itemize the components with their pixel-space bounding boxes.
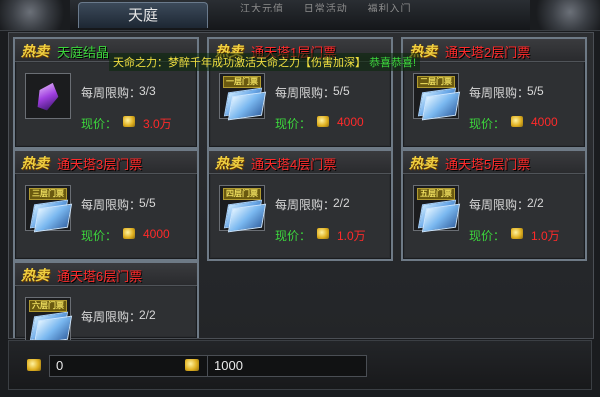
item-name: 通天塔5层门票 xyxy=(445,157,531,172)
weekly-limit-value: 3/3 xyxy=(139,84,156,98)
price-value: 4000 xyxy=(143,227,170,241)
item-name: 通天塔4层门票 xyxy=(251,157,337,172)
item-icon-slot[interactable]: 六层门票 xyxy=(25,297,73,345)
item-icon-slot[interactable]: 四层门票 xyxy=(219,185,267,233)
weekly-limit-value: 2/2 xyxy=(139,308,156,322)
gold-ingot-icon xyxy=(123,116,135,127)
hot-sale-badge: 热卖 xyxy=(215,155,243,171)
price-value: 4000 xyxy=(531,115,558,129)
item-icon-slot[interactable]: 五层门票 xyxy=(413,185,461,233)
hot-sale-badge: 热卖 xyxy=(409,155,437,171)
ticket-icon xyxy=(33,203,73,233)
purple-crystal-icon xyxy=(34,79,62,112)
weekly-limit-label: 每周限购： xyxy=(275,198,336,212)
ticket-icon xyxy=(421,203,461,233)
shop-item-card[interactable]: 热卖 通天塔4层门票 四层门票 每周限购： 2/2 现价： 1.0万 xyxy=(207,149,393,261)
background-menu-item: 福利入门 xyxy=(367,4,412,12)
shop-panel: 热卖 天庭结晶 每周限购： 3/3 现价： 3.0万 热卖 通天塔1层门票 一层… xyxy=(8,32,594,355)
ticket-floor-label: 二层门票 xyxy=(417,76,455,88)
background-menu: 江大元值 日常活动 福利入门 xyxy=(240,0,470,12)
hot-sale-badge: 热卖 xyxy=(21,155,49,171)
item-icon-slot[interactable]: 一层门票 xyxy=(219,73,267,121)
card-header: 热卖 通天塔3层门票 xyxy=(15,151,197,174)
ticket-floor-label: 一层门票 xyxy=(223,76,261,88)
item-name: 天庭结晶 xyxy=(57,45,110,60)
weekly-limit-label: 每周限购： xyxy=(275,86,336,100)
gold-ingot-icon xyxy=(511,228,523,239)
price-value: 1.0万 xyxy=(337,229,366,243)
ticket-floor-label: 三层门票 xyxy=(29,188,67,200)
price-value: 4000 xyxy=(337,115,364,129)
price-value: 3.0万 xyxy=(143,117,172,131)
card-body: 六层门票 每周限购： 2/2 现价： xyxy=(17,287,195,355)
broadcast-text: 天命之力：梦醉千年成功激活天命之力【伤害加深】 xyxy=(113,57,366,69)
gold-ingot-icon xyxy=(511,116,523,127)
price-label: 现价： xyxy=(81,229,118,243)
weekly-limit-label: 每周限购： xyxy=(81,86,142,100)
card-header: 热卖 通天塔6层门票 xyxy=(15,263,197,286)
dragon-ornament-right xyxy=(530,0,600,30)
gold-ingot-icon xyxy=(185,359,199,371)
shop-item-card[interactable]: 热卖 通天塔3层门票 三层门票 每周限购： 5/5 现价： 4000 xyxy=(13,149,199,261)
weekly-limit-label: 每周限购： xyxy=(81,198,142,212)
broadcast-congrats: 恭喜恭喜! xyxy=(369,57,417,69)
hot-sale-badge: 热卖 xyxy=(21,43,49,59)
weekly-limit-value: 2/2 xyxy=(333,196,350,210)
item-name: 通天塔2层门票 xyxy=(445,45,531,60)
gold-ingot-icon xyxy=(317,116,329,127)
weekly-limit-label: 每周限购： xyxy=(469,198,530,212)
item-icon-slot[interactable] xyxy=(25,73,71,119)
item-icon-slot[interactable]: 三层门票 xyxy=(25,185,73,233)
background-menu-item: 江大元值 xyxy=(240,4,284,12)
shop-item-card[interactable]: 热卖 通天塔6层门票 六层门票 每周限购： 2/2 现价： xyxy=(13,261,199,355)
ticket-floor-label: 六层门票 xyxy=(29,300,67,312)
price-label: 现价： xyxy=(469,229,506,243)
weekly-limit-value: 5/5 xyxy=(333,84,350,98)
dragon-ornament-left xyxy=(0,0,70,30)
card-header: 热卖 通天塔4层门票 xyxy=(209,151,391,174)
ticket-floor-label: 五层门票 xyxy=(417,188,455,200)
price-value: 1.0万 xyxy=(531,229,560,243)
shop-item-card[interactable]: 热卖 通天塔2层门票 二层门票 每周限购： 5/5 现价： 4000 xyxy=(401,37,587,149)
window-title-tab[interactable]: 天庭 xyxy=(78,2,208,28)
price-label: 现价： xyxy=(469,117,506,131)
card-body: 一层门票 每周限购： 5/5 现价： 4000 xyxy=(211,63,389,145)
card-body: 每周限购： 3/3 现价： 3.0万 xyxy=(17,63,195,145)
ticket-icon xyxy=(421,91,461,121)
hot-sale-badge: 热卖 xyxy=(21,267,49,283)
shop-item-card[interactable]: 热卖 通天塔5层门票 五层门票 每周限购： 2/2 现价： 1.0万 xyxy=(401,149,587,261)
ticket-floor-label: 四层门票 xyxy=(223,188,261,200)
price-label: 现价： xyxy=(81,117,118,131)
price-label: 现价： xyxy=(275,117,312,131)
window-titlebar: 天庭 江大元值 日常活动 福利入门 ✕ xyxy=(0,0,600,31)
gold-ingot-icon xyxy=(123,228,135,239)
gold-ingot-icon xyxy=(317,228,329,239)
item-name: 通天塔3层门票 xyxy=(57,157,143,172)
price-label: 现价： xyxy=(275,229,312,243)
card-body: 二层门票 每周限购： 5/5 现价： 4000 xyxy=(405,63,583,145)
card-body: 四层门票 每周限购： 2/2 现价： 1.0万 xyxy=(211,175,389,257)
card-body: 三层门票 每周限购： 5/5 现价： 4000 xyxy=(17,175,195,257)
system-broadcast: 天命之力：梦醉千年成功激活天命之力【伤害加深】 恭喜恭喜! xyxy=(109,53,421,71)
card-body: 五层门票 每周限购： 2/2 现价： 1.0万 xyxy=(405,175,583,257)
gold-ingot-icon xyxy=(27,359,41,371)
background-menu-item: 日常活动 xyxy=(303,4,348,12)
card-header: 热卖 通天塔5层门票 xyxy=(403,151,585,174)
currency-balance-field[interactable]: 1000 xyxy=(207,355,367,377)
ticket-icon xyxy=(227,203,267,233)
ticket-icon xyxy=(227,91,267,121)
weekly-limit-value: 5/5 xyxy=(139,196,156,210)
card-header: 热卖 通天塔2层门票 xyxy=(403,39,585,62)
currency-footer: 0 1000 xyxy=(8,340,592,390)
weekly-limit-value: 2/2 xyxy=(527,196,544,210)
item-name: 通天塔6层门票 xyxy=(57,269,143,284)
weekly-limit-value: 5/5 xyxy=(527,84,544,98)
weekly-limit-label: 每周限购： xyxy=(81,310,142,324)
weekly-limit-label: 每周限购： xyxy=(469,86,530,100)
item-icon-slot[interactable]: 二层门票 xyxy=(413,73,461,121)
